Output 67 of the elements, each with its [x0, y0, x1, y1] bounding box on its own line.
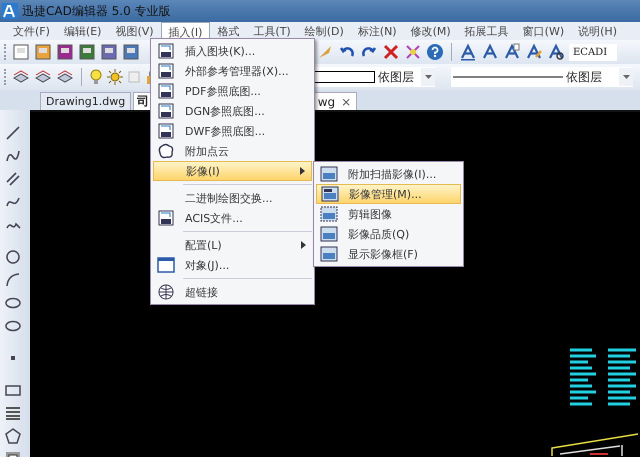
line-sample-icon: [453, 75, 563, 79]
submenu-arrow-icon: [300, 167, 305, 175]
menu-item[interactable]: 附加扫描影像(I)...: [316, 164, 461, 184]
sun-icon[interactable]: [107, 69, 123, 85]
menu-item[interactable]: 拓展工具: [458, 22, 516, 40]
tab-label: 司: [137, 93, 150, 110]
tab-label: Drawing1.dwg: [46, 95, 126, 108]
image-frame-icon: [320, 246, 338, 262]
linetype-combo[interactable]: 依图层: [451, 67, 633, 87]
text-style-icon[interactable]: [459, 43, 477, 61]
window-title: 迅捷CAD编辑器 5.0 专业版: [22, 2, 171, 20]
text-style-icon[interactable]: [503, 43, 521, 61]
menu-item[interactable]: 窗口(W): [516, 22, 572, 40]
menu-item[interactable]: DWF参照底图...: [153, 121, 312, 141]
menu-item[interactable]: 附加点云: [153, 141, 312, 161]
double-line-icon[interactable]: [4, 170, 22, 188]
block-icon: [157, 42, 175, 60]
circle-icon[interactable]: [4, 248, 22, 266]
menu-item[interactable]: 配置(L): [153, 235, 312, 255]
menu-item[interactable]: 剪辑图像: [316, 204, 461, 224]
text-style-icon[interactable]: [525, 43, 543, 61]
close-tab-button[interactable]: ×: [341, 94, 352, 108]
menu-item[interactable]: 标注(N): [350, 22, 404, 40]
image-manager-icon: [321, 186, 339, 202]
image-quality-icon: [320, 226, 338, 242]
menu-item[interactable]: 文件(F): [6, 22, 57, 40]
cloud-icon: [157, 142, 175, 160]
combo-value: 依图层: [378, 68, 414, 86]
polygon-icon[interactable]: [4, 427, 22, 445]
menu-item[interactable]: 编辑(E): [56, 22, 108, 40]
clip-image-icon: [320, 206, 338, 222]
menu-item[interactable]: 说明(H): [571, 22, 624, 40]
menu-item[interactable]: 工具(T): [246, 22, 298, 40]
scan-image-icon: [320, 166, 338, 182]
lightbulb-icon[interactable]: [89, 69, 103, 85]
menu-item[interactable]: 对象(J)...: [153, 255, 312, 275]
menu-item[interactable]: 影像管理(M)...: [316, 184, 461, 204]
menu-item[interactable]: 插入图块(K)...: [153, 41, 312, 61]
dropdown-arrow-icon: [622, 75, 630, 79]
hatch-lines-icon[interactable]: [4, 404, 22, 422]
combo-value: 依图层: [566, 68, 602, 86]
document-tab[interactable]: Drawing1.dwg: [40, 92, 132, 110]
app-logo-icon: [2, 3, 18, 19]
menu-item[interactable]: DGN参照底图...: [153, 101, 312, 121]
menu-item[interactable]: 影像品质(Q): [316, 224, 461, 244]
dropdown-arrow-icon: [424, 75, 432, 79]
globe-icon: [157, 283, 175, 301]
delete-icon[interactable]: [382, 43, 400, 61]
help-icon[interactable]: [426, 43, 444, 61]
text-style-icon[interactable]: [547, 43, 565, 61]
text-style-icon[interactable]: [481, 43, 499, 61]
object-icon: [157, 256, 175, 274]
submenu-arrow-icon: [301, 241, 306, 249]
purge-icon[interactable]: [404, 43, 422, 61]
text-style-field[interactable]: ECADI: [569, 44, 617, 60]
menu-item[interactable]: 影像(I): [153, 161, 312, 181]
menu-item[interactable]: 二进制绘图交换...: [153, 188, 312, 208]
menu-item[interactable]: ACIS文件...: [153, 208, 312, 228]
menu-item[interactable]: 超链接: [153, 282, 312, 302]
arc-icon[interactable]: [4, 271, 22, 289]
menu-item[interactable]: 显示影像框(F): [316, 244, 461, 264]
menu-item[interactable]: 视图(V): [108, 22, 161, 40]
menu-item[interactable]: 格式: [210, 22, 246, 40]
menu-item[interactable]: 绘制(D): [298, 22, 351, 40]
menu-item[interactable]: 修改(M): [404, 22, 458, 40]
line-icon[interactable]: [4, 124, 22, 142]
tab-label: wg: [318, 94, 336, 108]
